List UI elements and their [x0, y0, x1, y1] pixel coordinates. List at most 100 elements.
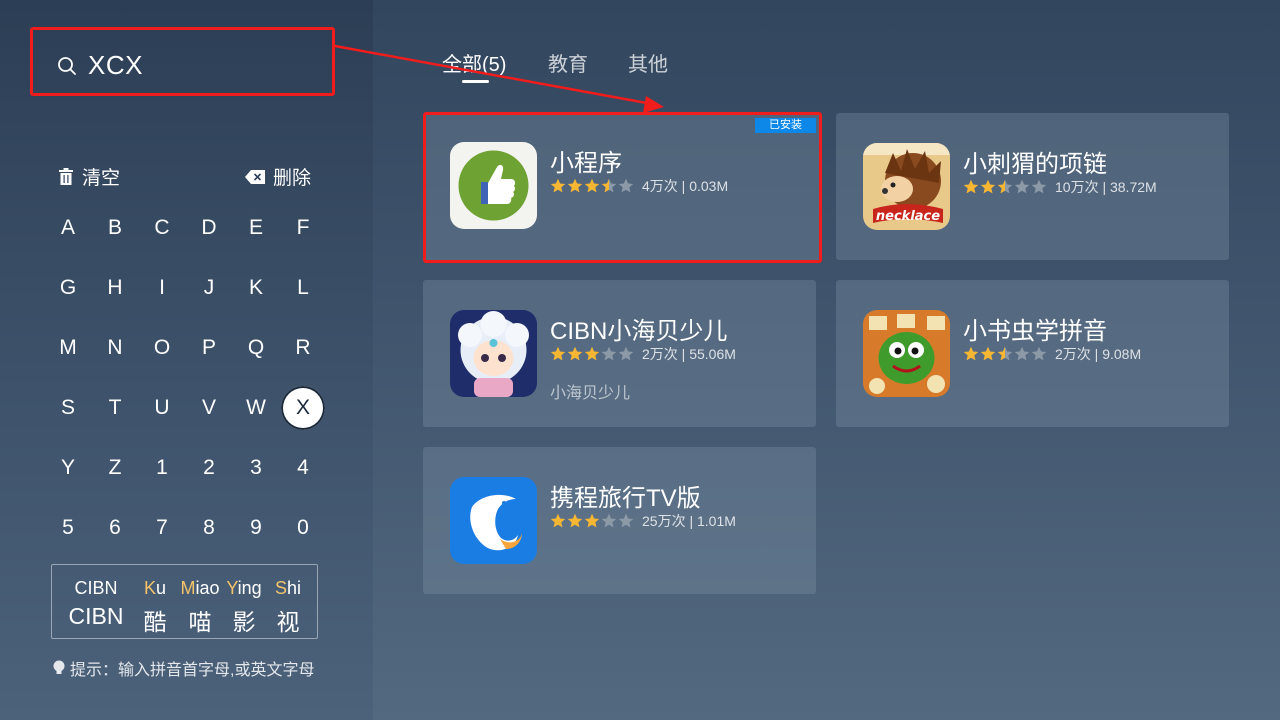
key-6[interactable]: 6: [93, 506, 137, 550]
search-icon: [58, 57, 76, 75]
key-n[interactable]: N: [93, 326, 137, 370]
key-l[interactable]: L: [281, 266, 325, 310]
app-stats: 10万次 | 38.72M: [1055, 179, 1157, 195]
suggestion-pinyin: Miao: [180, 578, 220, 598]
star-icon: [1014, 346, 1030, 361]
suggestion-hanzi: 影: [232, 609, 256, 635]
key-4[interactable]: 4: [281, 446, 325, 490]
key-r[interactable]: R: [281, 326, 325, 370]
star-icon: [1014, 179, 1030, 194]
star-icon: [997, 179, 1013, 194]
key-h[interactable]: H: [93, 266, 137, 310]
app-meta: 10万次 | 38.72M: [963, 177, 1157, 197]
star-icon: [601, 178, 617, 193]
star-icon: [980, 346, 996, 361]
key-w[interactable]: W: [234, 386, 278, 430]
star-icon: [584, 178, 600, 193]
app-name: 小刺猬的项链: [963, 151, 1107, 178]
app-name: 小程序: [550, 150, 622, 177]
key-c[interactable]: C: [140, 206, 184, 250]
thumbs-up-icon: [450, 142, 537, 229]
star-icon: [963, 346, 979, 361]
app-card-hedgehog-necklace[interactable]: necklace 小刺猬的项链 10万次 | 38.72M: [836, 113, 1229, 260]
app-card-mini-program[interactable]: 已安装 小程序 4万次 | 0.03M: [423, 112, 822, 263]
key-y[interactable]: Y: [46, 446, 90, 490]
key-2[interactable]: 2: [187, 446, 231, 490]
key-j[interactable]: J: [187, 266, 231, 310]
star-icon: [550, 346, 566, 361]
hedgehog-icon: necklace: [863, 143, 950, 230]
key-7[interactable]: 7: [140, 506, 184, 550]
key-1[interactable]: 1: [140, 446, 184, 490]
key-3[interactable]: 3: [234, 446, 278, 490]
star-icon: [963, 179, 979, 194]
tab-all[interactable]: 全部(5): [442, 48, 506, 77]
key-z[interactable]: Z: [93, 446, 137, 490]
app-stats: 25万次 | 1.01M: [642, 513, 736, 529]
key-9[interactable]: 9: [234, 506, 278, 550]
star-icon: [1031, 179, 1047, 194]
star-icon: [1031, 346, 1047, 361]
star-icon: [980, 179, 996, 194]
star-icon: [618, 513, 634, 528]
backspace-icon: [245, 169, 265, 184]
svg-text:necklace: necklace: [876, 209, 940, 224]
app-meta: 4万次 | 0.03M: [550, 176, 728, 196]
suggestion-pinyin: Ying: [226, 578, 262, 598]
key-m[interactable]: M: [46, 326, 90, 370]
key-s[interactable]: S: [46, 386, 90, 430]
app-stats: 2万次 | 55.06M: [642, 346, 736, 362]
star-icon: [567, 513, 583, 528]
hint-label: 提示：输入拼音首字母,或英文字母: [70, 662, 315, 679]
suggestion-bar[interactable]: CIBN CIBN Ku 酷 Miao 喵 Ying 影 Shi 视: [51, 564, 318, 639]
key-e[interactable]: E: [234, 206, 278, 250]
star-icon: [601, 346, 617, 361]
key-q[interactable]: Q: [234, 326, 278, 370]
app-meta: 2万次 | 55.06M: [550, 344, 736, 364]
key-b[interactable]: B: [93, 206, 137, 250]
key-a[interactable]: A: [46, 206, 90, 250]
installed-badge: 已安装: [755, 118, 816, 133]
star-icon: [584, 346, 600, 361]
search-input[interactable]: XCX: [30, 27, 335, 96]
star-icon: [550, 513, 566, 528]
suggestion-hanzi: CIBN: [68, 603, 124, 629]
key-u[interactable]: U: [140, 386, 184, 430]
key-v[interactable]: V: [187, 386, 231, 430]
star-icon: [618, 346, 634, 361]
key-k[interactable]: K: [234, 266, 278, 310]
app-meta: 2万次 | 9.08M: [963, 344, 1141, 364]
suggestion-pinyin: Ku: [143, 578, 167, 598]
key-8[interactable]: 8: [187, 506, 231, 550]
key-f[interactable]: F: [281, 206, 325, 250]
key-t[interactable]: T: [93, 386, 137, 430]
key-p[interactable]: P: [187, 326, 231, 370]
tab-education[interactable]: 教育: [548, 48, 588, 77]
key-x[interactable]: X: [281, 386, 325, 430]
bookworm-icon: [863, 310, 950, 397]
suggestion-hanzi: 喵: [188, 609, 212, 635]
delete-button[interactable]: 删除: [245, 163, 311, 190]
suggestion-pinyin: Shi: [274, 578, 302, 598]
star-icon: [567, 178, 583, 193]
app-meta: 25万次 | 1.01M: [550, 511, 736, 531]
key-d[interactable]: D: [187, 206, 231, 250]
rating-stars: [550, 513, 634, 529]
key-5[interactable]: 5: [46, 506, 90, 550]
key-i[interactable]: I: [140, 266, 184, 310]
delete-label: 删除: [273, 168, 312, 189]
key-0[interactable]: 0: [281, 506, 325, 550]
cartoon-girl-icon: [450, 310, 537, 397]
app-card-ctrip-tv[interactable]: 携程旅行TV版 25万次 | 1.01M: [423, 447, 816, 594]
clear-button[interactable]: 清空: [58, 163, 120, 190]
app-card-cibn-xiaohaibei[interactable]: CIBN小海贝少儿 2万次 | 55.06M 小海贝少儿: [423, 280, 816, 427]
star-icon: [601, 513, 617, 528]
star-icon: [567, 346, 583, 361]
key-o[interactable]: O: [140, 326, 184, 370]
key-g[interactable]: G: [46, 266, 90, 310]
trash-icon: [59, 167, 73, 185]
star-icon: [584, 513, 600, 528]
suggestion-hanzi: 酷: [143, 609, 167, 635]
tab-other[interactable]: 其他: [628, 48, 668, 77]
app-card-bookworm-pinyin[interactable]: 小书虫学拼音 2万次 | 9.08M: [836, 280, 1229, 427]
